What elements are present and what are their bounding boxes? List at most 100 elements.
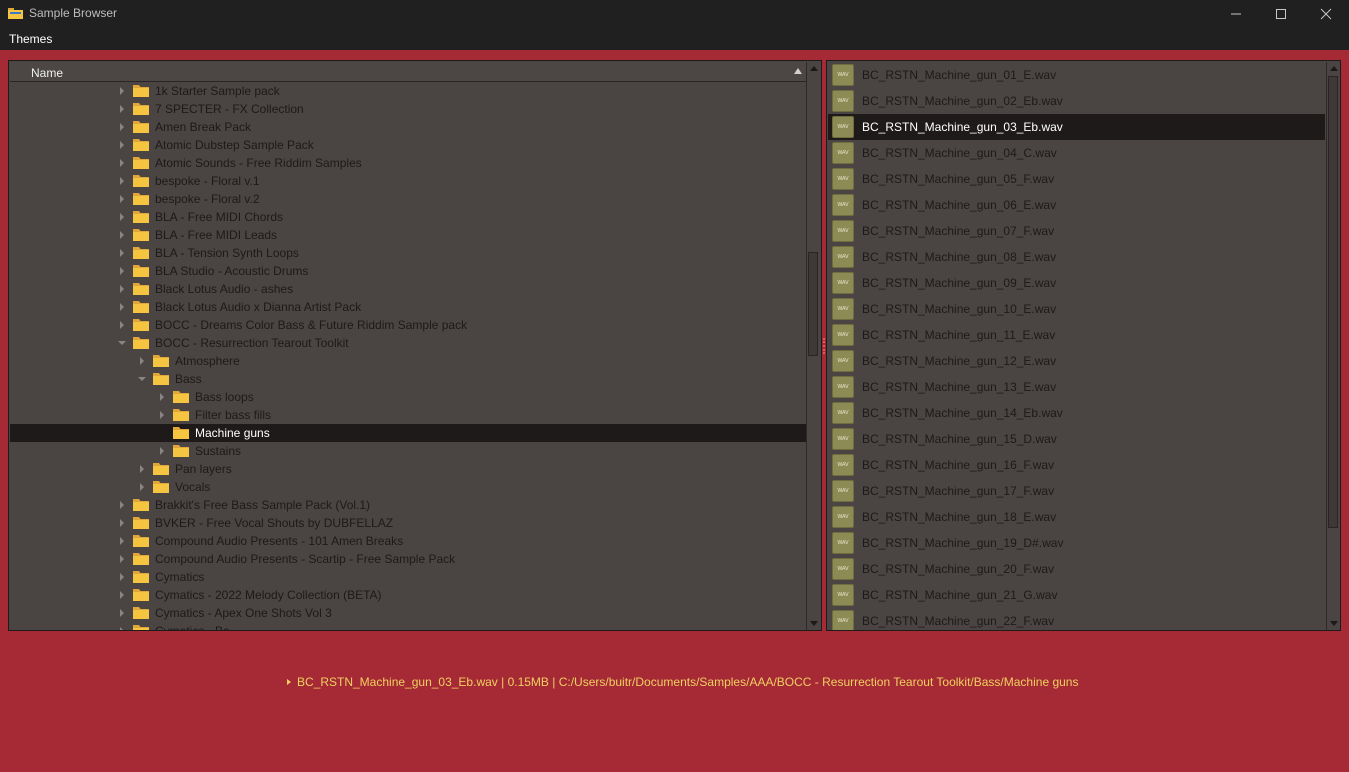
file-row[interactable]: WAV BC_RSTN_Machine_gun_21_G.wav bbox=[828, 582, 1325, 608]
tree-row[interactable]: Atmosphere bbox=[10, 352, 806, 370]
expand-right-icon[interactable] bbox=[120, 231, 124, 239]
expand-right-icon[interactable] bbox=[120, 159, 124, 167]
expand-right-icon[interactable] bbox=[120, 195, 124, 203]
expand-right-icon[interactable] bbox=[140, 483, 144, 491]
expand-right-icon[interactable] bbox=[120, 501, 124, 509]
tree-row[interactable]: Machine guns bbox=[10, 424, 806, 442]
files-scrollbar[interactable] bbox=[1326, 62, 1340, 630]
tree-row[interactable]: Vocals bbox=[10, 478, 806, 496]
wav-file-icon: WAV bbox=[832, 532, 854, 554]
tree-scroll-thumb[interactable] bbox=[808, 252, 818, 356]
file-row[interactable]: WAV BC_RSTN_Machine_gun_07_F.wav bbox=[828, 218, 1325, 244]
tree-row[interactable]: Bass loops bbox=[10, 388, 806, 406]
tree-row[interactable]: Bass bbox=[10, 370, 806, 388]
tree-row[interactable]: BLA - Tension Synth Loops bbox=[10, 244, 806, 262]
expand-right-icon[interactable] bbox=[120, 591, 124, 599]
tree-row[interactable]: bespoke - Floral v.1 bbox=[10, 172, 806, 190]
expand-right-icon[interactable] bbox=[120, 609, 124, 617]
file-row[interactable]: WAV BC_RSTN_Machine_gun_22_F.wav bbox=[828, 608, 1325, 630]
panel-splitter[interactable] bbox=[823, 338, 825, 354]
file-row[interactable]: WAV BC_RSTN_Machine_gun_19_D#.wav bbox=[828, 530, 1325, 556]
tree-row[interactable]: BLA - Free MIDI Chords bbox=[10, 208, 806, 226]
tree-row[interactable]: Filter bass fills bbox=[10, 406, 806, 424]
tree-row[interactable]: BLA Studio - Acoustic Drums bbox=[10, 262, 806, 280]
tree-column-header[interactable]: Name bbox=[10, 62, 806, 82]
file-row[interactable]: WAV BC_RSTN_Machine_gun_13_E.wav bbox=[828, 374, 1325, 400]
expand-right-icon[interactable] bbox=[120, 177, 124, 185]
file-row[interactable]: WAV BC_RSTN_Machine_gun_03_Eb.wav bbox=[828, 114, 1325, 140]
expand-right-icon[interactable] bbox=[120, 537, 124, 545]
expand-right-icon[interactable] bbox=[120, 519, 124, 527]
close-button[interactable] bbox=[1303, 0, 1349, 28]
scroll-up-icon[interactable] bbox=[810, 66, 818, 71]
tree-row[interactable]: Cymatics - Apex One Shots Vol 3 bbox=[10, 604, 806, 622]
file-row[interactable]: WAV BC_RSTN_Machine_gun_01_E.wav bbox=[828, 62, 1325, 88]
maximize-button[interactable] bbox=[1258, 0, 1304, 28]
tree-row[interactable]: Compound Audio Presents - Scartip - Free… bbox=[10, 550, 806, 568]
tree-row[interactable]: Sustains bbox=[10, 442, 806, 460]
expand-right-icon[interactable] bbox=[160, 411, 164, 419]
expand-right-icon[interactable] bbox=[120, 267, 124, 275]
file-row[interactable]: WAV BC_RSTN_Machine_gun_14_Eb.wav bbox=[828, 400, 1325, 426]
tree-row[interactable]: BVKER - Free Vocal Shouts by DUBFELLAZ bbox=[10, 514, 806, 532]
scroll-down-icon[interactable] bbox=[810, 621, 818, 626]
expand-right-icon[interactable] bbox=[120, 141, 124, 149]
folder-icon bbox=[173, 408, 189, 421]
tree-row[interactable]: Black Lotus Audio - ashes bbox=[10, 280, 806, 298]
expand-right-icon[interactable] bbox=[120, 213, 124, 221]
tree-row[interactable]: Cymatics - 2022 Melody Collection (BETA) bbox=[10, 586, 806, 604]
expand-right-icon[interactable] bbox=[120, 303, 124, 311]
expand-right-icon[interactable] bbox=[120, 285, 124, 293]
file-row[interactable]: WAV BC_RSTN_Machine_gun_11_E.wav bbox=[828, 322, 1325, 348]
expand-right-icon[interactable] bbox=[120, 87, 124, 95]
file-row[interactable]: WAV BC_RSTN_Machine_gun_02_Eb.wav bbox=[828, 88, 1325, 114]
tree-row[interactable]: BLA - Free MIDI Leads bbox=[10, 226, 806, 244]
expand-right-icon[interactable] bbox=[120, 249, 124, 257]
tree-scrollbar[interactable] bbox=[806, 62, 820, 630]
files-scroll-thumb[interactable] bbox=[1328, 76, 1338, 528]
file-row[interactable]: WAV BC_RSTN_Machine_gun_06_E.wav bbox=[828, 192, 1325, 218]
folder-icon bbox=[133, 552, 149, 565]
tree-row[interactable]: Black Lotus Audio x Dianna Artist Pack bbox=[10, 298, 806, 316]
minimize-button[interactable] bbox=[1213, 0, 1259, 28]
file-row[interactable]: WAV BC_RSTN_Machine_gun_05_F.wav bbox=[828, 166, 1325, 192]
tree-row[interactable]: bespoke - Floral v.2 bbox=[10, 190, 806, 208]
tree-row[interactable]: 7 SPECTER - FX Collection bbox=[10, 100, 806, 118]
tree-row[interactable]: BOCC - Resurrection Tearout Toolkit bbox=[10, 334, 806, 352]
menu-themes[interactable]: Themes bbox=[9, 32, 52, 46]
file-row[interactable]: WAV BC_RSTN_Machine_gun_08_E.wav bbox=[828, 244, 1325, 270]
expand-right-icon[interactable] bbox=[120, 123, 124, 131]
tree-row[interactable]: 1k Starter Sample pack bbox=[10, 82, 806, 100]
file-row[interactable]: WAV BC_RSTN_Machine_gun_10_E.wav bbox=[828, 296, 1325, 322]
expand-down-icon[interactable] bbox=[118, 341, 126, 345]
expand-right-icon[interactable] bbox=[140, 465, 144, 473]
file-row[interactable]: WAV BC_RSTN_Machine_gun_20_F.wav bbox=[828, 556, 1325, 582]
expand-right-icon[interactable] bbox=[120, 321, 124, 329]
expand-right-icon[interactable] bbox=[160, 393, 164, 401]
file-row[interactable]: WAV BC_RSTN_Machine_gun_16_F.wav bbox=[828, 452, 1325, 478]
expand-right-icon[interactable] bbox=[160, 447, 164, 455]
tree-row[interactable]: Atomic Sounds - Free Riddim Samples bbox=[10, 154, 806, 172]
tree-row[interactable]: Compound Audio Presents - 101 Amen Break… bbox=[10, 532, 806, 550]
file-row[interactable]: WAV BC_RSTN_Machine_gun_09_E.wav bbox=[828, 270, 1325, 296]
file-row[interactable]: WAV BC_RSTN_Machine_gun_18_E.wav bbox=[828, 504, 1325, 530]
expand-right-icon[interactable] bbox=[120, 555, 124, 563]
tree-row[interactable]: Amen Break Pack bbox=[10, 118, 806, 136]
file-row[interactable]: WAV BC_RSTN_Machine_gun_04_C.wav bbox=[828, 140, 1325, 166]
tree-row[interactable]: Cymatics - Ba... bbox=[10, 622, 806, 630]
file-row[interactable]: WAV BC_RSTN_Machine_gun_17_F.wav bbox=[828, 478, 1325, 504]
scroll-up-icon[interactable] bbox=[1330, 66, 1338, 71]
expand-right-icon[interactable] bbox=[140, 357, 144, 365]
expand-right-icon[interactable] bbox=[120, 627, 124, 630]
tree-row[interactable]: BOCC - Dreams Color Bass & Future Riddim… bbox=[10, 316, 806, 334]
tree-row[interactable]: Pan layers bbox=[10, 460, 806, 478]
expand-right-icon[interactable] bbox=[120, 573, 124, 581]
tree-row[interactable]: Atomic Dubstep Sample Pack bbox=[10, 136, 806, 154]
expand-right-icon[interactable] bbox=[120, 105, 124, 113]
scroll-down-icon[interactable] bbox=[1330, 621, 1338, 626]
tree-row[interactable]: Brakkit's Free Bass Sample Pack (Vol.1) bbox=[10, 496, 806, 514]
file-row[interactable]: WAV BC_RSTN_Machine_gun_15_D.wav bbox=[828, 426, 1325, 452]
tree-row[interactable]: Cymatics bbox=[10, 568, 806, 586]
file-row[interactable]: WAV BC_RSTN_Machine_gun_12_E.wav bbox=[828, 348, 1325, 374]
expand-down-icon[interactable] bbox=[138, 377, 146, 381]
